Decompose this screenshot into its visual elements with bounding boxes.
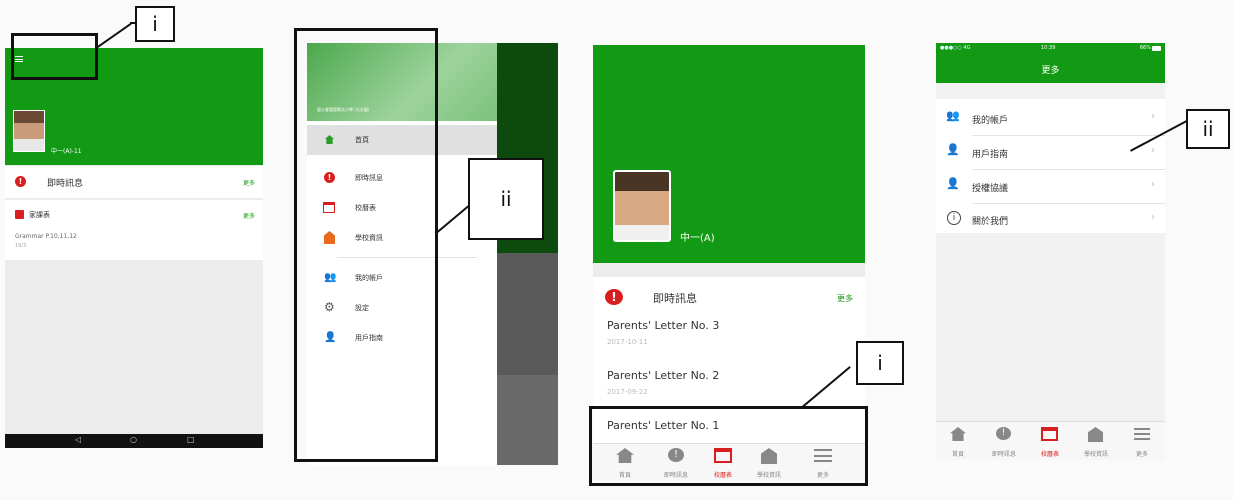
homework-icon: [15, 210, 24, 219]
guide-icon: 👤: [946, 143, 960, 156]
letter-title: Parents' Letter No. 3: [607, 319, 720, 332]
callout-frame-menu: [11, 33, 98, 80]
status-left: ●●●○○ 4G: [940, 45, 971, 51]
tab-label: 校曆表: [1040, 451, 1059, 458]
row-label: 關於我們: [972, 217, 1009, 227]
row-label: 我的帳戶: [972, 116, 1009, 126]
callout-label-i-top: i: [135, 6, 175, 42]
list-item-license[interactable]: 👤 授權協議 ›: [936, 171, 1165, 201]
list-item-account[interactable]: 👥 我的帳戶 ›: [936, 103, 1165, 133]
chevron-right-icon: ›: [1151, 111, 1155, 122]
battery-icon: [1152, 46, 1161, 51]
school-icon: [1088, 427, 1103, 442]
letter-date: 2017-09-22: [607, 388, 648, 396]
homework-text: Grammar P.10,11,12: [15, 233, 77, 240]
callout-line: [96, 22, 132, 49]
avatar: [13, 110, 45, 152]
homework-more-link[interactable]: 更多: [243, 211, 255, 220]
drawer-overlay[interactable]: [497, 43, 558, 465]
profile-name: 中一(A): [680, 233, 715, 244]
homework-card[interactable]: 家課表 更多 Grammar P.10,11,12 19/3: [5, 200, 263, 260]
tab-label: 更多: [1135, 451, 1148, 458]
screen-android-home: 中一(A)-11 ! 即時訊息 更多 家課表 更多 Grammar P.10,1…: [5, 48, 263, 448]
tab-bar: 首頁 ! 即時訊息 校曆表 學校資訊 更多: [936, 421, 1165, 460]
tab-more[interactable]: 更多: [1122, 427, 1162, 459]
more-list: 👥 我的帳戶 › 👤 用戶指南 › 👤 授權協議 › i 關於我們 ›: [936, 99, 1165, 233]
callout-frame-tabbar: [589, 406, 868, 486]
tab-notice[interactable]: ! 即時訊息: [984, 427, 1024, 459]
screen-ios-more: ●●●○○ 4G 10:39 66% 更多 👥 我的帳戶 › 👤 用戶指南 › …: [936, 43, 1165, 460]
tab-label: 學校資訊: [1083, 451, 1108, 458]
list-item[interactable]: Parents' Letter No. 3 2017-10-11: [607, 317, 851, 357]
back-nav-button[interactable]: ◁: [75, 435, 81, 444]
callout-label-ii-right: ii: [1186, 109, 1230, 149]
callout-frame-drawer: [294, 28, 438, 462]
notice-title: 即時訊息: [653, 292, 697, 305]
profile-name: 中一(A)-11: [51, 148, 82, 155]
page-title: 更多: [1041, 66, 1060, 76]
callout-label-i-bottom: i: [856, 341, 904, 385]
tab-label: 首頁: [951, 451, 964, 458]
home-nav-button[interactable]: ○: [130, 435, 137, 444]
tab-label: 即時訊息: [991, 451, 1016, 458]
tab-school[interactable]: 學校資訊: [1076, 427, 1116, 459]
chevron-right-icon: ›: [1151, 179, 1155, 190]
list-item-guide[interactable]: 👤 用戶指南 ›: [936, 137, 1165, 167]
tab-calendar[interactable]: 校曆表: [1030, 427, 1070, 459]
chevron-right-icon: ›: [1151, 145, 1155, 156]
recent-nav-button[interactable]: □: [187, 435, 195, 444]
home-icon: [950, 427, 966, 441]
notice-more-link[interactable]: 更多: [837, 293, 853, 304]
notice-icon: !: [996, 427, 1011, 440]
info-icon: i: [947, 211, 961, 225]
notice-title: 即時訊息: [47, 179, 84, 189]
letter-date: 2017-10-11: [607, 338, 648, 346]
callout-label-ii-left: ii: [468, 158, 544, 240]
status-right: 66%: [1139, 45, 1151, 51]
avatar: [613, 170, 671, 242]
calendar-icon: [1041, 427, 1058, 441]
row-label: 授權協議: [972, 184, 1009, 194]
list-item[interactable]: Parents' Letter No. 2 2017-09-22: [607, 367, 851, 407]
account-icon: 👥: [946, 109, 960, 122]
status-time: 10:39: [1041, 45, 1056, 51]
homework-title: 家課表: [29, 211, 50, 219]
android-nav-bar: ◁ ○ □: [5, 434, 263, 448]
notice-icon: !: [605, 289, 623, 305]
homework-sub: 19/3: [15, 243, 27, 249]
notice-card[interactable]: ! 即時訊息 更多: [5, 166, 263, 198]
notice-more-link[interactable]: 更多: [243, 178, 255, 187]
chevron-right-icon: ›: [1151, 212, 1155, 223]
letter-title: Parents' Letter No. 2: [607, 369, 720, 382]
license-icon: 👤: [946, 177, 960, 190]
tab-home[interactable]: 首頁: [938, 427, 978, 459]
menu-icon: [1134, 428, 1150, 440]
notice-icon: !: [15, 176, 26, 187]
row-label: 用戶指南: [972, 150, 1009, 160]
list-item-about[interactable]: i 關於我們 ›: [936, 205, 1165, 233]
